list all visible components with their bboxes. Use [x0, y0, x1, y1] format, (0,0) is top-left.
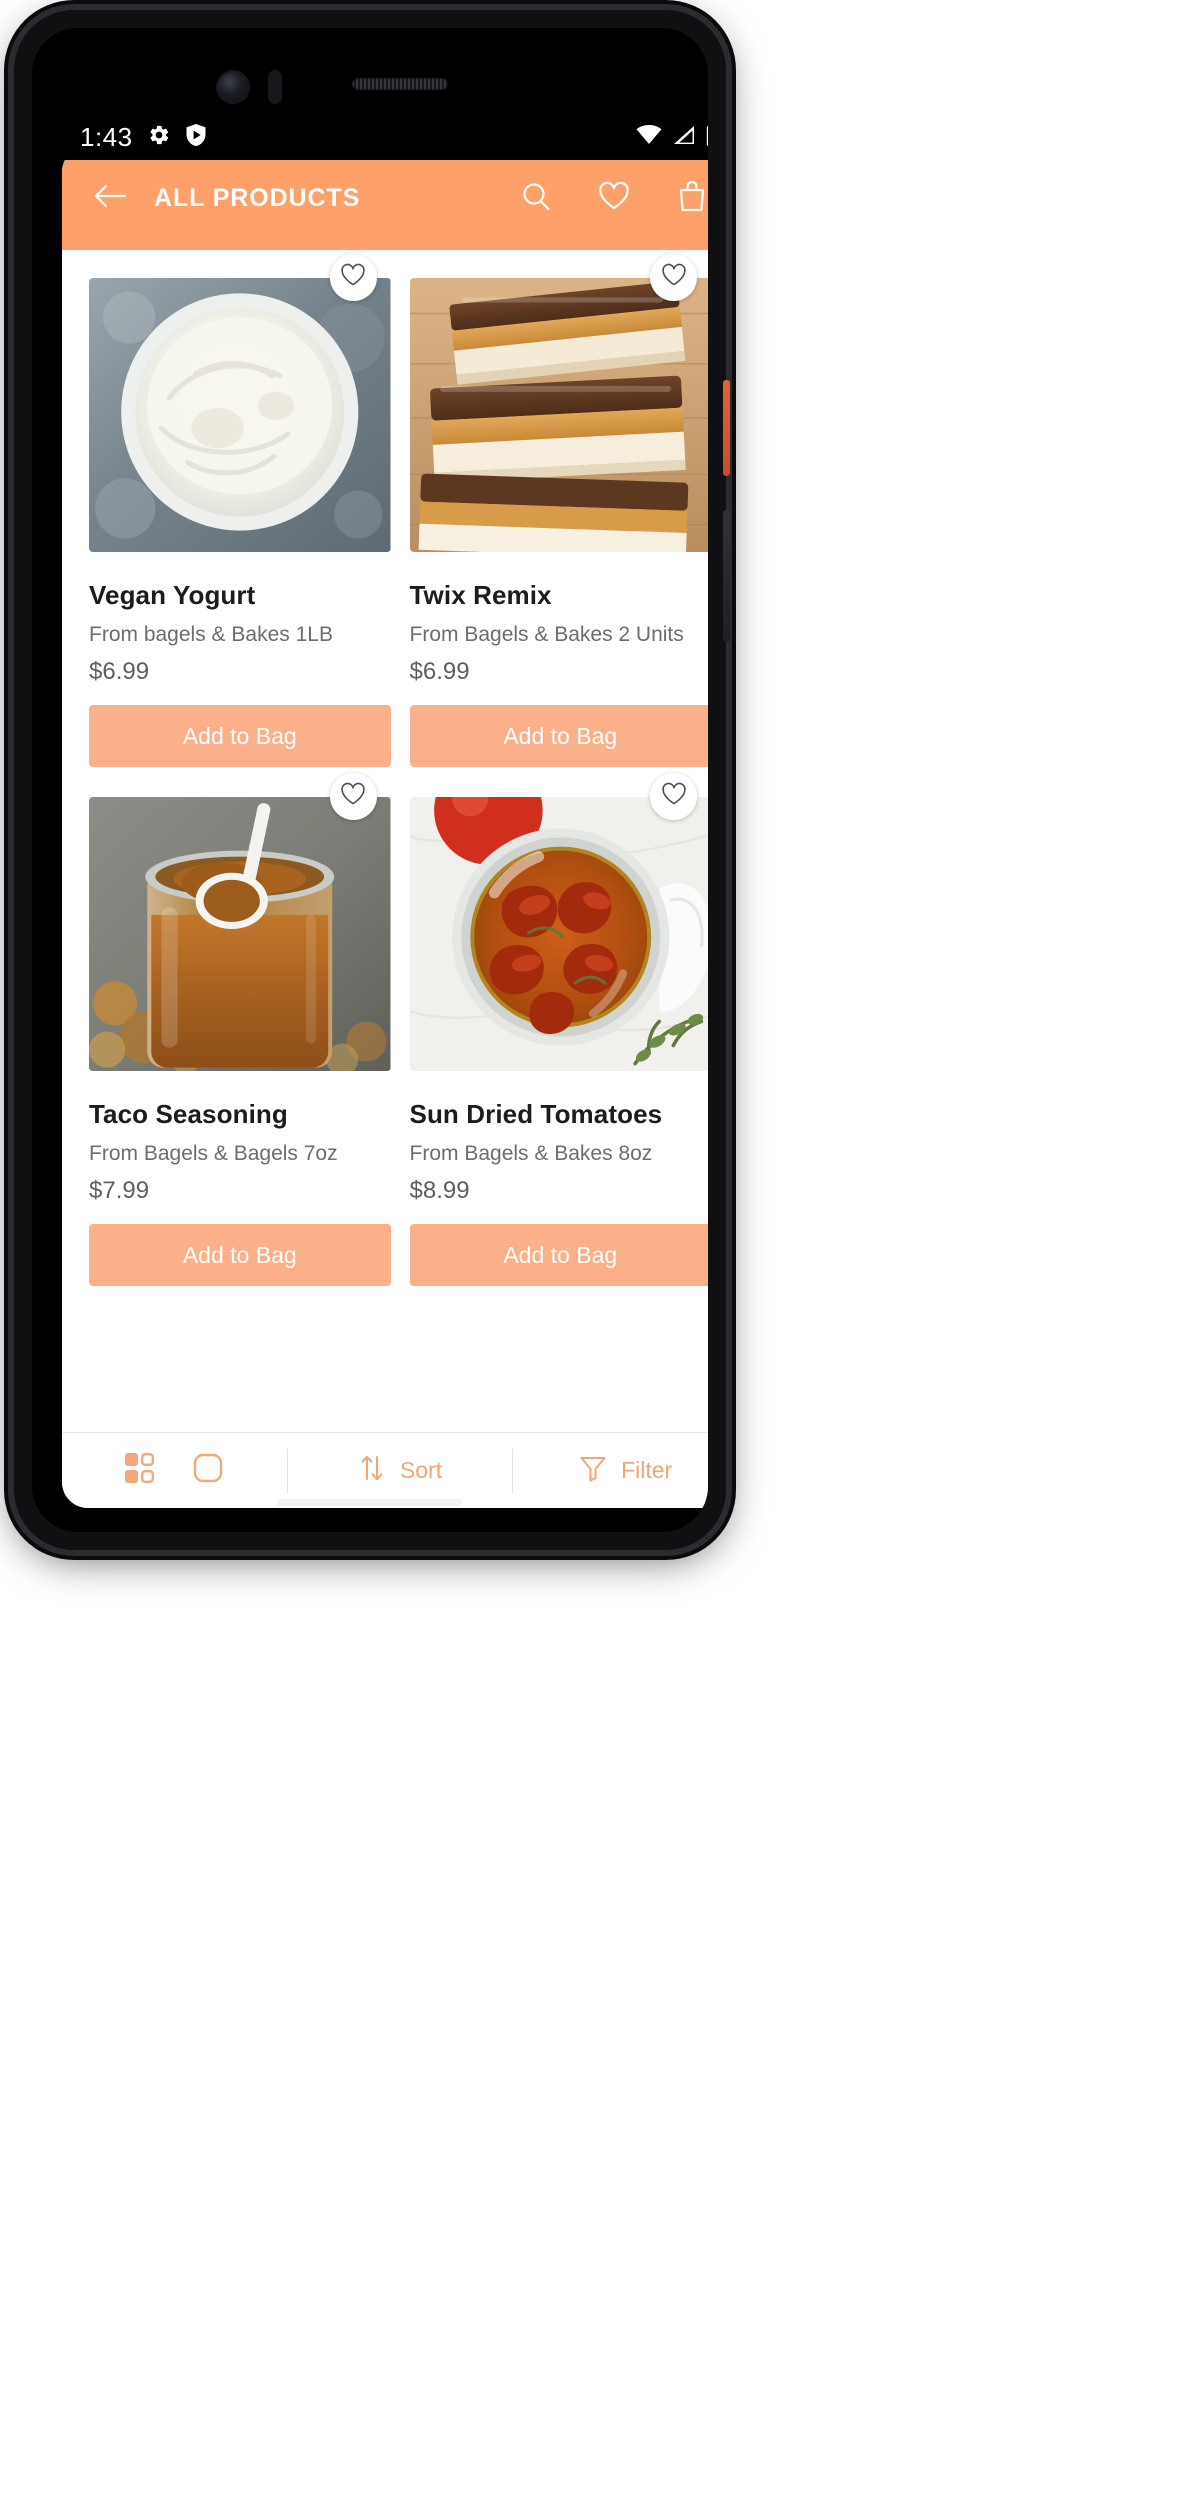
status-bar-left: 1:43	[80, 122, 207, 153]
phone-device-frame: 1:43 ALL PRODUCTS Vegan Yogurt From bage…	[14, 10, 730, 1550]
product-card[interactable]: Twix Remix From Bagels & Bakes 2 Units $…	[409, 254, 708, 797]
product-image[interactable]	[409, 278, 708, 552]
product-wishlist-toggle[interactable]	[329, 254, 377, 301]
add-to-bag-button[interactable]: Add to Bag	[409, 1224, 708, 1286]
power-button[interactable]	[723, 380, 730, 476]
bottom-toolbar: Sort Filter	[62, 1432, 708, 1508]
wifi-icon	[636, 124, 662, 150]
product-price: $7.99	[89, 1177, 150, 1204]
status-bar: 1:43	[62, 114, 708, 160]
product-vendor: From Bagels & Bakes 2 Units	[409, 623, 684, 646]
single-column-view-icon[interactable]	[191, 1451, 225, 1490]
product-wishlist-toggle[interactable]	[329, 773, 377, 820]
twix-remix-image	[409, 278, 708, 552]
product-card[interactable]: Sun Dried Tomatoes From Bagels & Bakes 8…	[409, 773, 708, 1316]
app-bar: ALL PRODUCTS	[62, 146, 708, 250]
product-price: $8.99	[409, 1177, 470, 1204]
heart-outline-icon	[661, 263, 687, 292]
shield-play-icon	[185, 123, 207, 152]
heart-outline-icon	[340, 782, 366, 811]
app-bar-actions	[516, 178, 708, 218]
product-name: Taco Seasoning	[89, 1099, 288, 1129]
phone-bezel: 1:43 ALL PRODUCTS Vegan Yogurt From bage…	[32, 28, 708, 1532]
product-wishlist-toggle[interactable]	[650, 773, 697, 820]
status-time: 1:43	[80, 121, 133, 152]
gear-icon	[147, 123, 171, 152]
grid-view-icon[interactable]	[123, 1451, 157, 1490]
product-vendor: From Bagels & Bagels 7oz	[89, 1142, 338, 1165]
cellular-signal-icon	[672, 125, 696, 150]
heart-outline-icon	[661, 782, 687, 811]
product-vendor: From bagels & Bakes 1LB	[89, 623, 333, 646]
status-bar-right	[636, 123, 708, 152]
filter-label: Filter	[621, 1457, 673, 1483]
add-to-bag-button[interactable]: Add to Bag	[89, 705, 391, 767]
cart-button[interactable]	[672, 178, 708, 218]
front-camera-icon	[218, 72, 248, 102]
earpiece-speaker	[352, 78, 448, 90]
search-button[interactable]	[516, 178, 556, 218]
product-price: $6.99	[409, 658, 470, 685]
vegan-yogurt-image	[89, 278, 391, 552]
taco-seasoning-image	[89, 797, 391, 1071]
product-name: Sun Dried Tomatoes	[409, 1099, 663, 1129]
funnel-icon	[579, 1454, 607, 1487]
wishlist-button[interactable]	[594, 178, 634, 218]
sort-button[interactable]: Sort	[288, 1433, 513, 1508]
product-image[interactable]	[409, 797, 708, 1071]
product-card[interactable]: Taco Seasoning From Bagels & Bagels 7oz …	[89, 773, 391, 1316]
home-indicator[interactable]	[277, 1499, 463, 1506]
product-price: $6.99	[89, 658, 150, 685]
sun-dried-tomatoes-image	[409, 797, 708, 1071]
page-title: ALL PRODUCTS	[154, 183, 361, 212]
product-wishlist-toggle[interactable]	[650, 254, 697, 301]
heart-outline-icon	[340, 263, 366, 292]
add-to-bag-button[interactable]: Add to Bag	[409, 705, 708, 767]
sensor-icon	[268, 70, 282, 104]
view-toggle-group	[62, 1433, 287, 1508]
heart-icon	[598, 181, 630, 216]
product-card[interactable]: Vegan Yogurt From bagels & Bakes 1LB $6.…	[89, 254, 391, 797]
search-icon	[520, 180, 552, 217]
volume-button[interactable]	[723, 510, 730, 642]
shopping-bag-icon	[678, 180, 706, 217]
product-name: Vegan Yogurt	[89, 580, 256, 610]
product-grid: Vegan Yogurt From bagels & Bakes 1LB $6.…	[62, 250, 708, 1316]
filter-button[interactable]: Filter	[513, 1433, 708, 1508]
product-list-scroll-area[interactable]: Vegan Yogurt From bagels & Bakes 1LB $6.…	[62, 250, 708, 1432]
battery-icon	[706, 123, 708, 152]
product-image[interactable]	[89, 278, 391, 552]
product-vendor: From Bagels & Bakes 8oz	[409, 1142, 653, 1165]
sort-label: Sort	[399, 1457, 443, 1483]
product-image[interactable]	[89, 797, 391, 1071]
sort-arrows-icon	[358, 1454, 386, 1487]
product-name: Twix Remix	[409, 580, 552, 610]
arrow-left-icon	[93, 183, 127, 214]
add-to-bag-button[interactable]: Add to Bag	[89, 1224, 391, 1286]
app-screen: ALL PRODUCTS Vegan Yogurt From bagels & …	[62, 146, 708, 1508]
back-button[interactable]	[88, 176, 132, 220]
